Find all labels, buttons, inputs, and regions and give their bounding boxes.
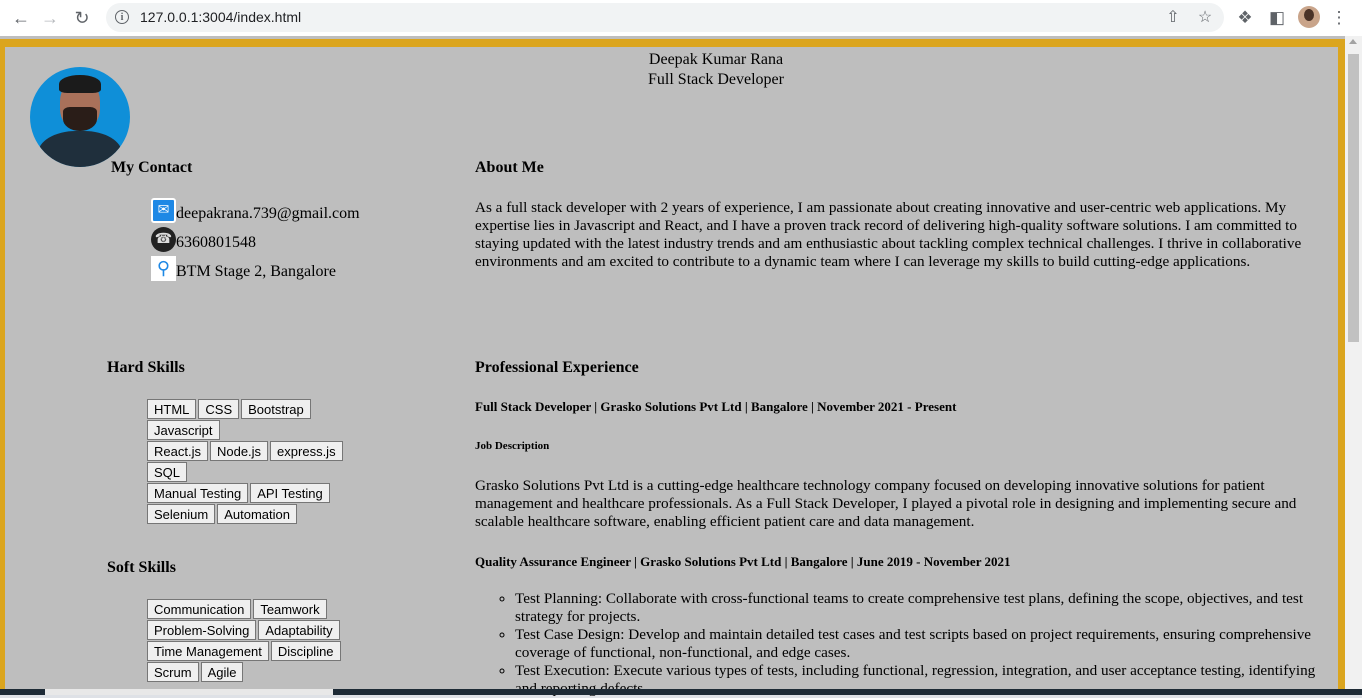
skill-chip[interactable]: CSS [198, 399, 240, 419]
address-bar[interactable]: i 127.0.0.1:3004/index.html ⇧ ☆ [106, 3, 1224, 32]
page-viewport: Deepak Kumar Rana Full Stack Developer M… [0, 36, 1362, 698]
soft-skills-list: Communication Teamwork Problem-Solving Adap… [147, 599, 377, 683]
extensions-puzzle-icon[interactable]: ❖ [1232, 5, 1258, 31]
resume-frame: Deepak Kumar Rana Full Stack Developer M… [0, 39, 1345, 698]
job-description-label: Job Description [475, 440, 550, 452]
skill-row: Selenium Automation [147, 504, 377, 524]
skill-chip[interactable]: Bootstrap [241, 399, 311, 419]
phone-text: 6360801548 [176, 234, 256, 251]
side-panel-icon[interactable]: ◧ [1264, 5, 1290, 31]
location-text: BTM Stage 2, Bangalore [176, 263, 336, 280]
skill-chip[interactable]: Agile [200, 662, 244, 682]
skill-chip[interactable]: Teamwork [253, 599, 327, 619]
location-pin-icon: ⚲ [151, 256, 176, 281]
url-text[interactable]: 127.0.0.1:3004/index.html [140, 9, 301, 25]
phone-icon: ☎ [151, 227, 176, 252]
skill-row: Javascript [147, 420, 377, 440]
skill-row: Communication Teamwork [147, 599, 377, 619]
contact-phone: ☎ 6360801548 [151, 227, 256, 252]
about-text: As a full stack developer with 2 years o… [475, 199, 1302, 270]
skill-row: Manual Testing API Testing [147, 483, 377, 503]
skill-chip[interactable]: express.js [270, 441, 343, 461]
about-heading: About Me [475, 159, 544, 176]
job-title: Quality Assurance Engineer | Grasko Solu… [475, 554, 1011, 569]
reload-icon[interactable]: ↻ [69, 5, 95, 31]
skill-row: React.js Node.js express.js [147, 441, 377, 461]
skill-chip[interactable]: Discipline [270, 641, 341, 661]
mail-icon: ✉ [151, 198, 176, 223]
share-icon[interactable]: ⇧ [1163, 7, 1183, 27]
profile-avatar[interactable] [1298, 6, 1320, 28]
skill-row: Problem-Solving Adaptability [147, 620, 377, 640]
person-role: Full Stack Developer [648, 71, 784, 88]
back-arrow-icon[interactable]: ← [8, 5, 34, 31]
taskbar-strip [0, 689, 1362, 695]
skill-chip[interactable]: API Testing [250, 483, 330, 503]
skill-row: HTML CSS Bootstrap [147, 399, 377, 419]
skill-chip[interactable]: Problem-Solving [147, 620, 257, 640]
list-item: Test Case Design: Develop and maintain d… [515, 626, 1335, 662]
email-text: deepakrana.739@gmail.com [176, 205, 360, 222]
skill-chip[interactable]: Automation [217, 504, 297, 524]
job-task-list: Test Planning: Collaborate with cross-fu… [475, 590, 1335, 698]
skill-chip[interactable]: Manual Testing [147, 483, 249, 503]
skill-chip[interactable]: Time Management [147, 641, 269, 661]
hard-skills-heading: Hard Skills [107, 359, 185, 376]
list-item: Test Planning: Collaborate with cross-fu… [515, 590, 1335, 626]
skill-chip[interactable]: SQL [147, 462, 188, 482]
experience-heading: Professional Experience [475, 359, 639, 376]
scrollbar-thumb[interactable] [1348, 54, 1359, 342]
forward-arrow-icon[interactable]: → [37, 5, 63, 31]
contact-location: ⚲ BTM Stage 2, Bangalore [151, 256, 336, 281]
skill-chip[interactable]: Javascript [147, 420, 220, 440]
skill-chip[interactable]: React.js [147, 441, 208, 461]
job-title: Full Stack Developer | Grasko Solutions … [475, 399, 957, 414]
profile-photo [30, 67, 130, 167]
skill-chip[interactable]: Communication [147, 599, 252, 619]
skill-chip[interactable]: Node.js [209, 441, 269, 461]
site-info-icon[interactable]: i [115, 10, 129, 24]
skill-chip[interactable]: Adaptability [258, 620, 340, 640]
scroll-up-arrow-icon[interactable] [1349, 39, 1357, 44]
skill-row: Scrum Agile [147, 662, 377, 682]
skill-chip[interactable]: Selenium [147, 504, 216, 524]
contact-email: ✉ deepakrana.739@gmail.com [151, 198, 360, 223]
skill-chip[interactable]: Scrum [147, 662, 199, 682]
bookmark-star-icon[interactable]: ☆ [1195, 7, 1215, 27]
soft-skills-heading: Soft Skills [107, 559, 176, 576]
browser-toolbar: ← → ↻ i 127.0.0.1:3004/index.html ⇧ ☆ ❖ … [0, 0, 1362, 36]
hard-skills-list: HTML CSS Bootstrap Javascript React.js Node.j… [147, 399, 377, 525]
skill-row: Time Management Discipline [147, 641, 377, 661]
menu-kebab-icon[interactable]: ⋮ [1326, 5, 1352, 31]
job-description: Grasko Solutions Pvt Ltd is a cutting-ed… [475, 477, 1297, 530]
skill-row: SQL [147, 462, 377, 482]
skill-chip[interactable]: HTML [147, 399, 197, 419]
vertical-scrollbar[interactable] [1345, 36, 1362, 695]
resume-content: Deepak Kumar Rana Full Stack Developer M… [5, 47, 1338, 698]
contact-heading: My Contact [111, 159, 193, 176]
person-name: Deepak Kumar Rana [648, 51, 784, 68]
